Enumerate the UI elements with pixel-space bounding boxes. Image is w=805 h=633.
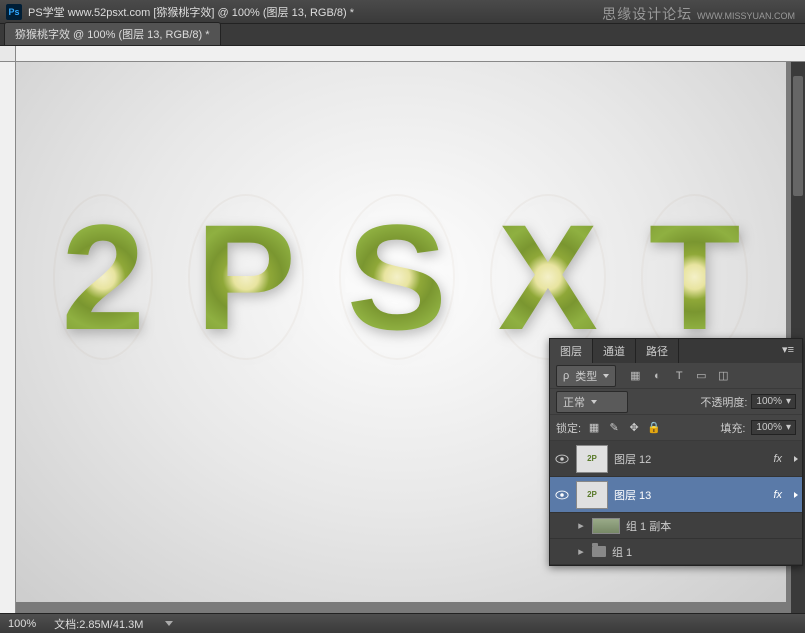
lock-label: 锁定: [556,420,581,436]
visibility-toggle[interactable] [554,451,570,467]
folder-icon [592,546,606,557]
document-tab[interactable]: 猕猴桃字效 @ 100% (图层 13, RGB/8) * [4,22,221,45]
fill-input[interactable]: 100%▾ [751,420,796,435]
filter-shape-icon[interactable]: ▭ [694,369,708,383]
layer-row[interactable]: ▸ 组 1 [550,539,802,565]
zoom-level[interactable]: 100% [8,618,36,630]
panel-menu-icon[interactable]: ▾≡ [774,339,802,363]
panel-tabs: 图层 通道 路径 ▾≡ [550,339,802,363]
lock-move-icon[interactable]: ✥ [627,421,641,435]
tab-channels[interactable]: 通道 [593,339,636,363]
expand-icon[interactable]: ▸ [576,519,586,532]
tab-paths[interactable]: 路径 [636,339,679,363]
docsize[interactable]: 文档:2.85M/41.3M [54,616,143,632]
window-title: PS学堂 www.52psxt.com [猕猴桃字效] @ 100% (图层 1… [28,4,354,20]
visibility-toggle[interactable] [554,518,570,534]
expand-icon[interactable]: ▸ [576,545,586,558]
tab-layers[interactable]: 图层 [550,339,593,363]
layer-row[interactable]: 2P 图层 12 fx [550,441,802,477]
layer-row[interactable]: ▸ 组 1 副本 [550,513,802,539]
artwork-text: 2 P S X T [36,202,766,352]
lock-row: 锁定: ▦ ✎ ✥ 🔒 填充: 100%▾ [550,415,802,441]
ruler-vertical[interactable] [0,62,16,613]
filter-kind-dropdown[interactable]: ρ类型 [556,365,616,387]
fx-badge[interactable]: fx [773,453,784,465]
lock-all-icon[interactable]: 🔒 [647,421,661,435]
layer-name[interactable]: 图层 13 [614,487,651,503]
lock-transparency-icon[interactable]: ▦ [587,421,601,435]
statusbar-menu-icon[interactable] [165,621,173,626]
layer-name[interactable]: 组 1 [612,544,632,560]
filter-type-icon[interactable]: T [672,369,686,383]
filter-pixel-icon[interactable]: ▦ [628,369,642,383]
ruler-horizontal[interactable] [16,46,805,62]
fx-badge[interactable]: fx [773,489,784,501]
group-thumbnail[interactable] [592,518,620,534]
fx-expand-icon[interactable] [794,456,798,462]
scrollbar-thumb[interactable] [793,76,803,196]
filter-adjust-icon[interactable]: ◐ [650,369,664,383]
layer-list: 2P 图层 12 fx 2P 图层 13 fx ▸ 组 1 副本 ▸ 组 1 [550,441,802,565]
watermark: 思缘设计论坛 WWW.MISSYUAN.COM [602,4,795,24]
document-tabbar: 猕猴桃字效 @ 100% (图层 13, RGB/8) * [0,24,805,46]
fx-expand-icon[interactable] [794,492,798,498]
statusbar: 100% 文档:2.85M/41.3M [0,613,805,633]
layer-row[interactable]: 2P 图层 13 fx [550,477,802,513]
layers-panel: 图层 通道 路径 ▾≡ ρ类型 ▦ ◐ T ▭ ◫ 正常 不透明度: 100%▾… [549,338,803,566]
visibility-toggle[interactable] [554,544,570,560]
blend-mode-dropdown[interactable]: 正常 [556,391,628,413]
ruler-corner [0,46,16,62]
filter-smart-icon[interactable]: ◫ [716,369,730,383]
layer-name[interactable]: 组 1 副本 [626,518,671,534]
layer-thumbnail[interactable]: 2P [576,481,608,509]
blend-row: 正常 不透明度: 100%▾ [550,389,802,415]
lock-paint-icon[interactable]: ✎ [607,421,621,435]
opacity-label: 不透明度: [700,394,747,410]
app-icon: Ps [6,4,22,20]
visibility-toggle[interactable] [554,487,570,503]
fill-label: 填充: [720,420,745,436]
layer-name[interactable]: 图层 12 [614,451,651,467]
layer-filter-row: ρ类型 ▦ ◐ T ▭ ◫ [550,363,802,389]
opacity-input[interactable]: 100%▾ [751,394,796,409]
layer-thumbnail[interactable]: 2P [576,445,608,473]
